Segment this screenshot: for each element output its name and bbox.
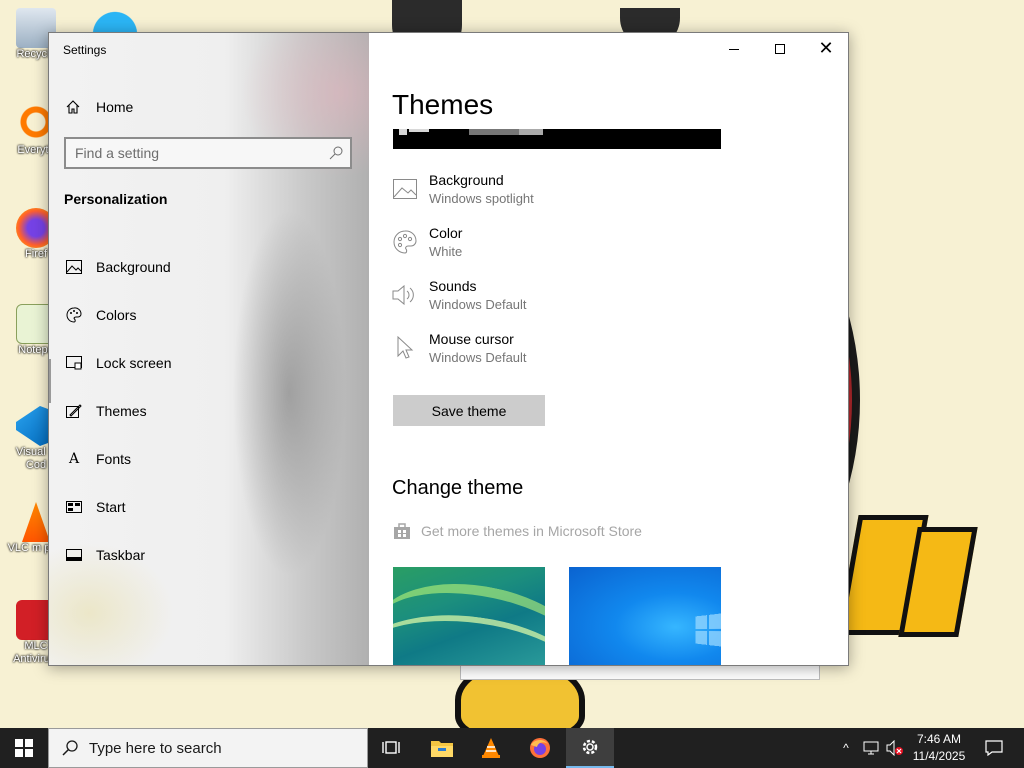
image-icon: [64, 257, 84, 277]
action-center-button[interactable]: [976, 728, 1012, 768]
volume-button[interactable]: [884, 728, 906, 768]
sidebar-item-label: Fonts: [96, 451, 132, 467]
search-icon[interactable]: [328, 145, 344, 164]
theme-background-setting[interactable]: Background Windows spotlight: [392, 172, 692, 220]
task-view-icon: [382, 741, 400, 754]
home-label: Home: [96, 99, 134, 115]
setting-name: Background: [429, 172, 504, 188]
maximize-button[interactable]: [757, 33, 803, 65]
close-icon: ✕: [818, 38, 834, 59]
home-icon: [63, 97, 83, 117]
sidebar-item-colors[interactable]: Colors: [49, 291, 369, 339]
save-theme-button[interactable]: Save theme: [393, 395, 545, 426]
setting-name: Color: [429, 225, 463, 241]
theme-sounds-setting[interactable]: Sounds Windows Default: [392, 278, 692, 326]
setting-value: Windows Default: [429, 297, 527, 312]
current-theme-preview: [393, 129, 721, 149]
sidebar-item-taskbar[interactable]: Taskbar: [49, 531, 369, 579]
settings-taskbar-button[interactable]: [566, 728, 614, 768]
vlc-taskbar-button[interactable]: [467, 728, 515, 768]
notification-icon: [985, 740, 1003, 756]
windows-logo-icon: [15, 739, 33, 757]
sidebar-item-fonts[interactable]: A Fonts: [49, 435, 369, 483]
maximize-icon: [775, 44, 785, 54]
palette-icon: [392, 229, 418, 255]
speaker-icon: [392, 282, 418, 308]
sidebar-item-label: Colors: [96, 307, 137, 323]
minimize-icon: [729, 48, 739, 50]
sidebar-item-label: Themes: [96, 403, 147, 419]
search-icon: [61, 739, 79, 757]
lock-screen-icon: [64, 353, 84, 373]
firefox-taskbar-button[interactable]: [516, 728, 564, 768]
chevron-up-icon: ^: [843, 741, 849, 755]
task-view-button[interactable]: [368, 728, 416, 768]
section-heading: Personalization: [64, 191, 168, 207]
taskbar-search-placeholder: Type here to search: [89, 739, 222, 757]
minimize-button[interactable]: [711, 33, 757, 65]
find-setting-input[interactable]: Find a setting: [64, 137, 352, 169]
sidebar-item-background[interactable]: Background: [49, 243, 369, 291]
sidebar-item-lock-screen[interactable]: Lock screen: [49, 339, 369, 387]
start-button[interactable]: [0, 728, 48, 768]
theme-thumbnail-windows-10[interactable]: [569, 567, 721, 665]
sidebar-item-label: Background: [96, 259, 171, 275]
store-link-label: Get more themes in Microsoft Store: [421, 523, 642, 539]
cursor-icon: [392, 335, 418, 361]
palette-icon: [64, 305, 84, 325]
setting-value: Windows Default: [429, 350, 527, 365]
personalization-nav: Background Colors Lock screen Themes A F…: [49, 243, 369, 579]
image-icon: [392, 176, 418, 202]
home-link[interactable]: Home: [63, 91, 133, 123]
windows-logo-icon: [695, 613, 721, 647]
sidebar-item-label: Taskbar: [96, 547, 146, 563]
edge-icon[interactable]: [92, 6, 138, 34]
taskbar-icon: [64, 545, 84, 565]
taskbar-search-box[interactable]: Type here to search: [48, 728, 368, 768]
sidebar-item-label: Start: [96, 499, 126, 515]
theme-thumbnail-aero[interactable]: [393, 567, 545, 665]
vlc-icon: [482, 738, 500, 758]
store-icon: [393, 522, 411, 540]
page-title: Themes: [392, 89, 494, 120]
setting-value: Windows spotlight: [429, 191, 534, 206]
taskbar: Type here to search ^ 7:46 AM 11/4/2025: [0, 728, 1024, 768]
system-clock[interactable]: 7:46 AM 11/4/2025: [906, 731, 972, 765]
setting-value: White: [429, 244, 463, 259]
change-theme-heading: Change theme: [392, 477, 524, 499]
file-explorer-icon: [431, 741, 453, 757]
sidebar-item-label: Lock screen: [96, 355, 172, 371]
clock-date: 11/4/2025: [912, 749, 966, 763]
start-icon: [64, 497, 84, 517]
settings-window: Settings Home Find a setting Personaliza…: [48, 32, 849, 666]
volume-muted-icon: [886, 740, 903, 756]
theme-mouse-cursor-setting[interactable]: Mouse cursor Windows Default: [392, 331, 692, 379]
setting-name: Mouse cursor: [429, 331, 514, 347]
theme-color-setting[interactable]: Color White: [392, 225, 692, 273]
sidebar-item-start[interactable]: Start: [49, 483, 369, 531]
sidebar-item-themes[interactable]: Themes: [49, 387, 369, 435]
close-button[interactable]: ✕: [803, 33, 848, 65]
search-placeholder: Find a setting: [75, 145, 160, 161]
settings-sidebar: Settings Home Find a setting Personaliza…: [49, 33, 369, 665]
settings-main: ✕ Themes Background Windows spotlight Co…: [369, 33, 848, 665]
background-window-edge: [460, 664, 820, 680]
sidebar-scrollbar[interactable]: [49, 359, 51, 403]
clock-time: 7:46 AM: [916, 732, 962, 746]
setting-name: Sounds: [429, 278, 477, 294]
settings-icon: [582, 739, 598, 755]
microsoft-store-link[interactable]: Get more themes in Microsoft Store: [393, 521, 642, 541]
window-title: Settings: [63, 43, 107, 57]
wallpaper-letters: [837, 515, 978, 645]
fonts-icon: A: [68, 451, 80, 467]
firefox-icon: [530, 738, 550, 758]
themes-icon: [64, 401, 84, 421]
file-explorer-button[interactable]: [418, 728, 466, 768]
network-status-button[interactable]: [860, 728, 882, 768]
show-hidden-icons-button[interactable]: ^: [836, 728, 856, 768]
network-icon: [863, 741, 879, 755]
